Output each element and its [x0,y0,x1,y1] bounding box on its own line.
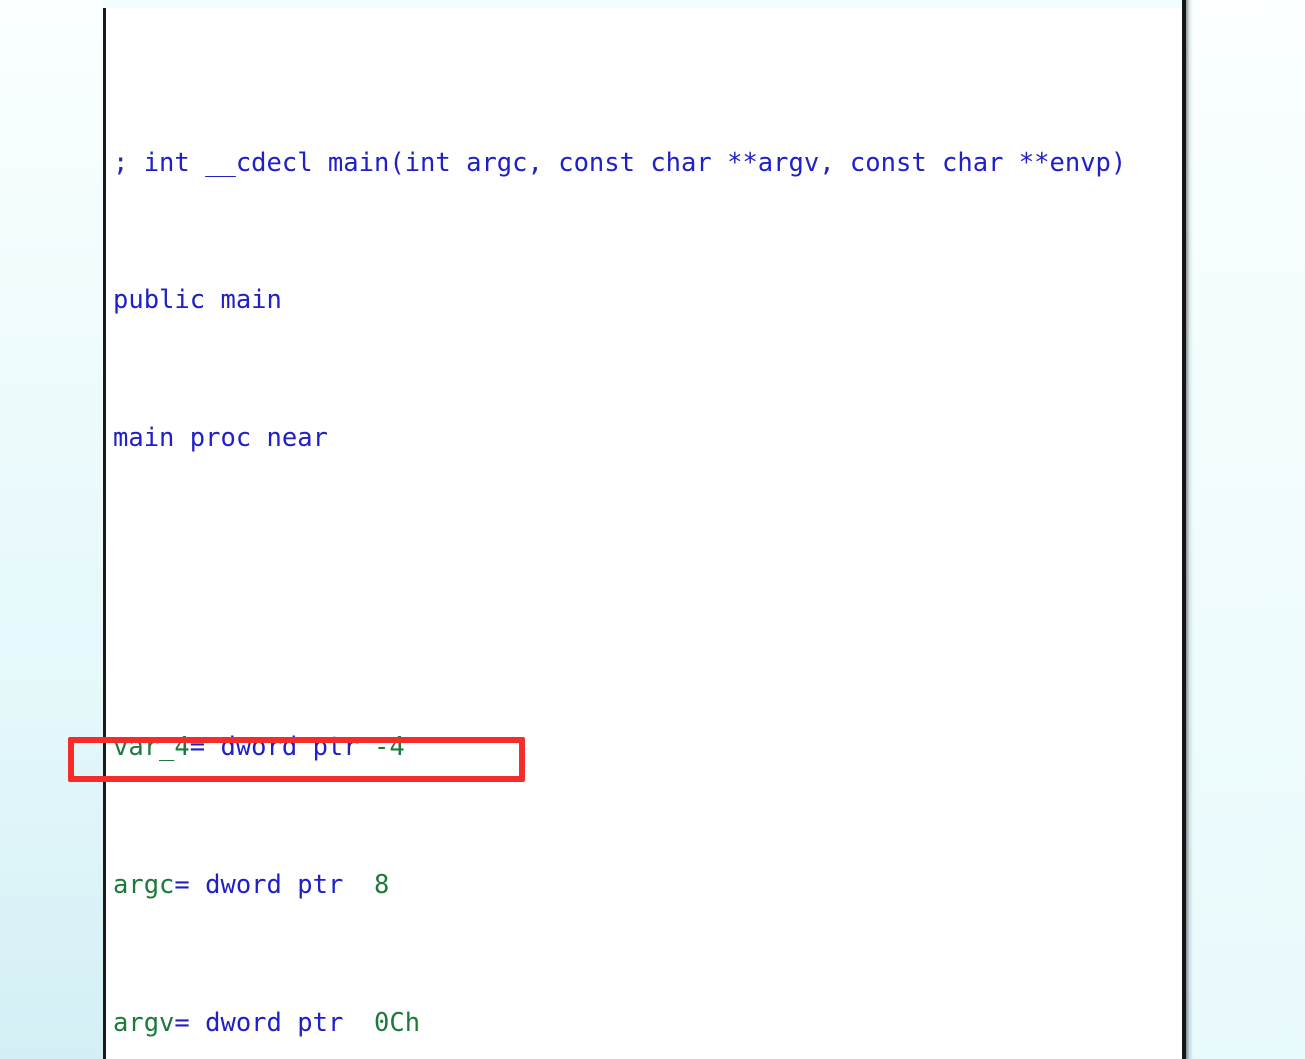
stack-var-decl: = dword ptr [174,870,359,901]
stack-var-value: 0Ch [358,1007,421,1038]
page-background-left [0,0,103,1059]
listing-line-blank-1 [106,558,1126,592]
stack-var-decl: = dword ptr [174,1007,359,1038]
public-directive-text: public main [113,285,282,316]
page-background-right [1192,0,1305,1059]
listing-line-proc: main proc near [106,421,1126,455]
disassembly-screenshot: ; int __cdecl main(int argc, const char … [0,0,1305,1059]
stack-var-value: -4 [374,732,405,763]
listing-line-var-2: argv= dword ptr 0Ch [106,1006,1126,1040]
listing-line-header-comment: ; int __cdecl main(int argc, const char … [106,146,1126,180]
disassembly-listing: ; int __cdecl main(int argc, const char … [106,8,1126,1059]
stack-var-decl: = dword ptr [189,732,374,763]
panel-drop-shadow [1186,0,1194,1059]
proc-directive-text: main proc near [113,422,328,453]
listing-line-var-0: var_4= dword ptr -4 [106,730,1126,764]
stack-var-name: argc [113,870,175,901]
disassembly-code-panel[interactable]: ; int __cdecl main(int argc, const char … [103,8,1185,1059]
stack-var-name: argv [113,1007,175,1038]
listing-line-public: public main [106,283,1126,317]
stack-var-value: 8 [358,870,390,901]
header-comment-text: ; int __cdecl main(int argc, const char … [113,147,1127,178]
stack-var-name: var_4 [113,732,190,763]
listing-line-var-1: argc= dword ptr 8 [106,868,1126,902]
